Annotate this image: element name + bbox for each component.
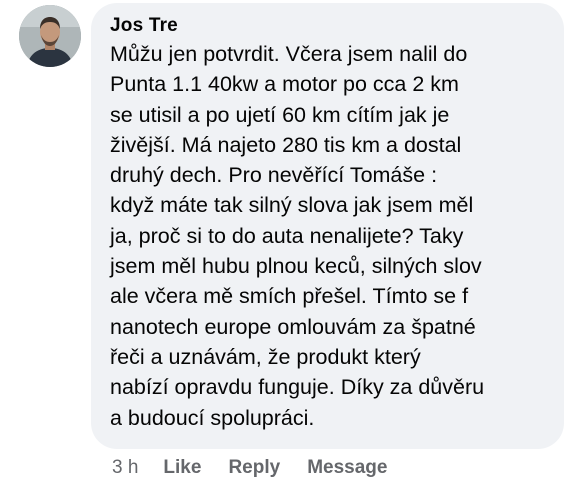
- comment: Jos Tre Můžu jen potvrdit. Včera jsem na…: [0, 0, 582, 493]
- author-name[interactable]: Jos Tre: [110, 13, 546, 38]
- message-button[interactable]: Message: [307, 456, 387, 480]
- timestamp[interactable]: 3 h: [112, 456, 138, 480]
- reply-button[interactable]: Reply: [228, 456, 280, 480]
- comment-text: Můžu jen potvrdit. Včera jsem nalil do P…: [110, 42, 485, 430]
- comment-actions: 3 h Like Reply Message: [112, 456, 414, 480]
- avatar[interactable]: [19, 5, 81, 67]
- avatar-photo: [19, 5, 81, 67]
- comment-bubble: Jos Tre Můžu jen potvrdit. Včera jsem na…: [91, 3, 564, 449]
- like-button[interactable]: Like: [163, 456, 201, 480]
